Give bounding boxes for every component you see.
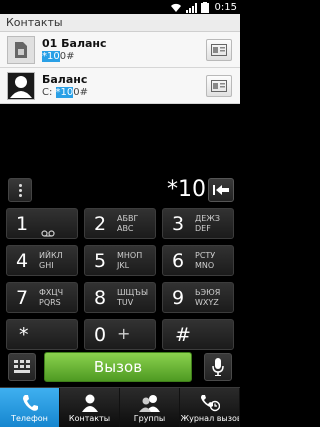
- key-0[interactable]: 0 +: [84, 319, 156, 350]
- person-avatar-icon: [7, 71, 35, 100]
- tab-call-history[interactable]: Журнал вызов: [180, 388, 240, 427]
- key-3[interactable]: 3 ДЕЖЗ DEF: [162, 208, 234, 239]
- voice-dial-button[interactable]: [204, 353, 232, 381]
- contact-number: С: *100#: [42, 86, 89, 98]
- contact-suggestions: 01 Баланс *100# Баланс С: *100#: [0, 32, 240, 104]
- call-button[interactable]: Вызов: [44, 352, 192, 382]
- key-star[interactable]: *: [6, 319, 78, 350]
- phone-icon: [22, 392, 38, 414]
- call-row: Вызов: [0, 350, 240, 384]
- key-6[interactable]: 6 РСТУ MNO: [162, 245, 234, 276]
- status-bar: 0:15: [0, 0, 240, 14]
- key-9[interactable]: 9 ЬЭЮЯ WXYZ: [162, 282, 234, 313]
- key-8[interactable]: 8 ШЩЪЫ TUV: [84, 282, 156, 313]
- hide-keypad-button[interactable]: [8, 353, 36, 381]
- key-hash[interactable]: #: [162, 319, 234, 350]
- tab-contacts[interactable]: Контакты: [60, 388, 120, 427]
- contact-number: *100#: [42, 50, 75, 62]
- dial-keypad: 1 2 АБВГ ABC 3 ДЕЖЗ DEF 4 ИЙКЛ GHI 5 МНОП JK…: [6, 208, 234, 350]
- microphone-icon: [212, 358, 224, 376]
- status-time: 0:15: [214, 1, 237, 13]
- person-icon: [81, 392, 98, 414]
- contact-card-icon: [211, 79, 227, 92]
- key-7[interactable]: 7 ФХЦЧ PQRS: [6, 282, 78, 313]
- dialed-number: *10: [167, 177, 206, 202]
- bottom-tab-bar: Телефон Контакты Группы Журнал вызов: [0, 387, 240, 427]
- contact-row[interactable]: 01 Баланс *100#: [0, 32, 240, 68]
- key-5[interactable]: 5 МНОП JKL: [84, 245, 156, 276]
- contact-name: Баланс: [42, 72, 88, 86]
- tab-phone[interactable]: Телефон: [0, 388, 60, 427]
- group-icon: [138, 392, 161, 414]
- contact-card-button[interactable]: [206, 38, 232, 61]
- sim-card-icon: [7, 35, 35, 64]
- voicemail-icon: [41, 222, 55, 241]
- keypad-icon: [14, 360, 30, 373]
- call-history-icon: [200, 392, 220, 414]
- contact-name: 01 Баланс: [42, 36, 107, 50]
- backspace-button[interactable]: [208, 178, 234, 202]
- backspace-icon: [213, 185, 229, 195]
- key-4[interactable]: 4 ИЙКЛ GHI: [6, 245, 78, 276]
- key-2[interactable]: 2 АБВГ ABC: [84, 208, 156, 239]
- contact-card-icon: [211, 43, 227, 56]
- contact-card-button[interactable]: [206, 74, 232, 97]
- tab-groups[interactable]: Группы: [120, 388, 180, 427]
- dial-display-row: *10: [0, 176, 240, 204]
- key-1[interactable]: 1: [6, 208, 78, 239]
- contacts-section-header: Контакты: [0, 14, 240, 32]
- more-options-button[interactable]: [8, 178, 32, 202]
- contact-row[interactable]: Баланс С: *100#: [0, 68, 240, 104]
